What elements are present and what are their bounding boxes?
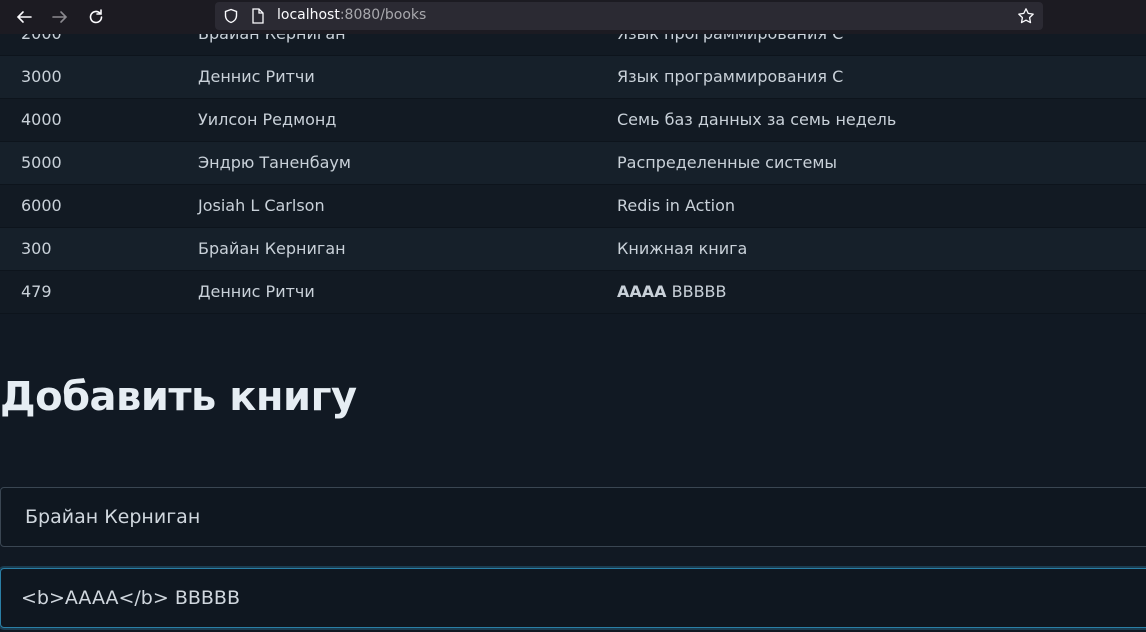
books-table: 2000 Брайан Керниган Язык программирован…: [0, 13, 1146, 314]
cell-title: Семь баз данных за семь недель: [617, 110, 897, 129]
table-row: 3000 Деннис Ритчи Язык программирования …: [0, 56, 1146, 99]
cell-title: Книжная книга: [617, 239, 748, 258]
reload-button[interactable]: [84, 5, 108, 29]
add-book-heading: Добавить книгу: [0, 374, 357, 420]
cell-id: 300: [21, 239, 52, 258]
reload-icon: [89, 9, 103, 24]
cell-id: 4000: [21, 110, 62, 129]
url-text[interactable]: localhost:8080/books: [277, 7, 426, 23]
cell-title: AAAA BBBBB: [617, 282, 727, 301]
table-row: 300 Брайан Керниган Книжная книга: [0, 228, 1146, 271]
cell-id: 479: [21, 282, 52, 301]
title-rest-part: BBBBB: [666, 282, 727, 301]
title-input[interactable]: [0, 568, 1146, 628]
table-row: 4000 Уилсон Редмонд Семь баз данных за с…: [0, 99, 1146, 142]
star-icon[interactable]: [1017, 7, 1035, 25]
forward-button[interactable]: [48, 5, 72, 29]
cell-id: 3000: [21, 67, 62, 86]
author-input[interactable]: [0, 487, 1146, 547]
cell-author: Уилсон Редмонд: [198, 110, 337, 129]
cell-title: Распределенные системы: [617, 153, 838, 172]
cell-author: Эндрю Таненбаум: [198, 153, 351, 172]
cell-title: Redis in Action: [617, 196, 736, 215]
cell-author: Брайан Керниган: [198, 239, 346, 258]
table-row: 6000 Josiah L Carlson Redis in Action: [0, 185, 1146, 228]
table-row: 479 Деннис Ритчи AAAA BBBBB: [0, 271, 1146, 314]
page-icon[interactable]: [251, 8, 265, 24]
cell-author: Деннис Ритчи: [198, 282, 315, 301]
arrow-right-icon: [52, 11, 68, 23]
cell-id: 6000: [21, 196, 62, 215]
arrow-left-icon: [16, 11, 32, 23]
browser-toolbar: localhost:8080/books: [0, 0, 1146, 34]
cell-author: Деннис Ритчи: [198, 67, 315, 86]
shield-icon[interactable]: [223, 8, 239, 24]
table-row: 5000 Эндрю Таненбаум Распределенные сист…: [0, 142, 1146, 185]
address-bar[interactable]: localhost:8080/books: [215, 2, 1043, 30]
title-bold-part: AAAA: [617, 282, 667, 301]
back-button[interactable]: [12, 5, 36, 29]
cell-id: 5000: [21, 153, 62, 172]
cell-author: Josiah L Carlson: [198, 196, 325, 215]
cell-title: Язык программирования C: [617, 67, 844, 86]
